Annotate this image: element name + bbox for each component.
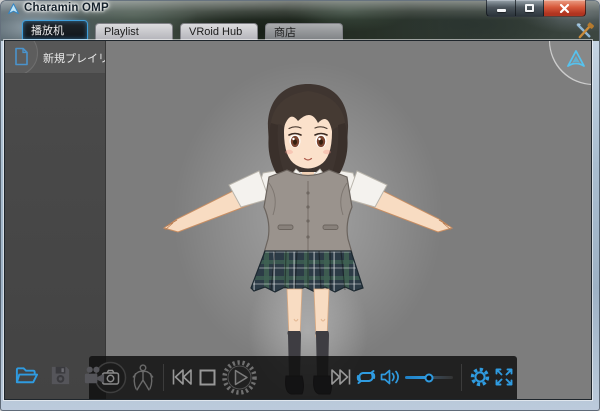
tab-store[interactable]: 商店: [265, 23, 343, 40]
new-playlist-icon: [14, 47, 29, 66]
tab-player-label: 播放机: [31, 22, 64, 38]
playlist-sidebar: 新規プレイリスト: [5, 41, 106, 399]
sidebar-item-new-playlist[interactable]: 新規プレイリスト: [5, 41, 105, 74]
skip-to-start-button[interactable]: [171, 367, 193, 387]
minimize-button[interactable]: [486, 0, 515, 17]
tab-playlist-label: Playlist: [104, 26, 139, 38]
fullscreen-button[interactable]: [493, 366, 515, 388]
open-file-button[interactable]: [14, 363, 39, 388]
separator: [163, 364, 164, 391]
settings-button[interactable]: [469, 366, 491, 388]
window-controls: [486, 0, 586, 17]
close-button[interactable]: [544, 0, 586, 17]
tab-player[interactable]: 播放机: [22, 20, 88, 40]
new-playlist-label: 新規プレイリスト: [43, 50, 105, 66]
tab-vroid-hub[interactable]: VRoid Hub: [180, 23, 258, 40]
volume-slider[interactable]: [405, 376, 453, 379]
app-window: Charamin OMP 播放机 Playlist VRoid Hub 商店: [0, 0, 600, 411]
maximize-icon: [525, 4, 534, 12]
file-toolbar: [14, 363, 107, 388]
window-title: Charamin OMP: [24, 2, 109, 14]
maximize-button[interactable]: [515, 0, 544, 17]
volume-slider-handle[interactable]: [425, 373, 434, 382]
tab-store-label: 商店: [274, 24, 296, 40]
tab-bar: 播放机 Playlist VRoid Hub 商店: [22, 20, 343, 40]
tools-icon[interactable]: [574, 22, 595, 41]
motion-pose-button[interactable]: [130, 363, 156, 392]
playback-control-panel: [89, 356, 517, 399]
tab-vroid-hub-label: VRoid Hub: [189, 26, 242, 38]
app-logo-icon: [7, 3, 20, 16]
viewport-3d[interactable]: [106, 41, 592, 399]
close-icon: [559, 3, 570, 14]
tab-playlist[interactable]: Playlist: [95, 23, 173, 40]
repeat-button[interactable]: [355, 367, 377, 387]
character-model[interactable]: [106, 41, 592, 400]
separator: [461, 364, 462, 391]
play-button[interactable]: [221, 359, 258, 396]
titlebar[interactable]: Charamin OMP: [0, 0, 600, 18]
skip-to-end-button[interactable]: [330, 367, 352, 387]
export-video-button[interactable]: [82, 363, 107, 388]
volume-button[interactable]: [379, 367, 401, 387]
main-content: 新規プレイリスト: [4, 40, 592, 400]
save-button[interactable]: [48, 363, 73, 388]
charamin-logo-icon[interactable]: [565, 48, 587, 70]
stop-button[interactable]: [198, 368, 217, 387]
minimize-icon: [497, 9, 506, 12]
